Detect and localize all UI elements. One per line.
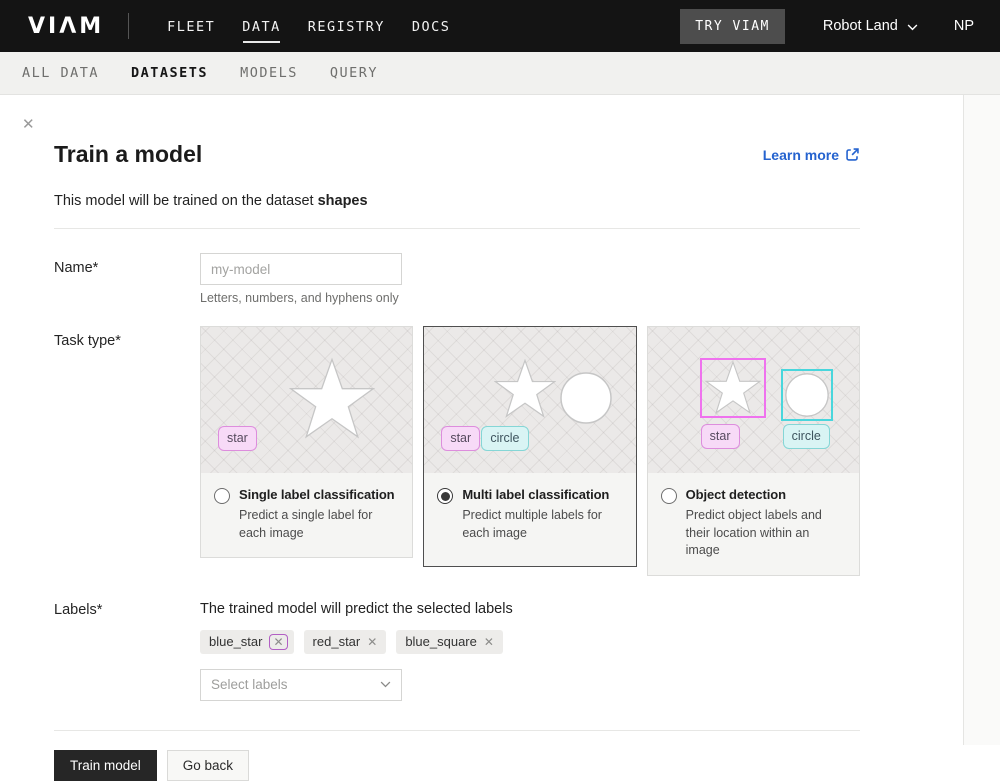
org-switcher[interactable]: Robot Land: [823, 18, 918, 34]
remove-label-icon[interactable]: ✕: [269, 634, 287, 650]
top-nav: VIΛM FLEET DATA REGISTRY DOCS TRY VIAM R…: [0, 0, 1000, 52]
chevron-down-icon: [907, 24, 918, 31]
labels-select[interactable]: Select labels: [200, 669, 402, 701]
radio-object-detection[interactable]: [661, 488, 677, 504]
task-card-description: Predict multiple labels for each image: [462, 507, 622, 542]
learn-more-link[interactable]: Learn more: [763, 147, 860, 163]
task-card-title: Single label classification: [239, 487, 399, 502]
tag-circle: circle: [481, 426, 528, 451]
task-card-multi-label[interactable]: star circle Multi label classification P…: [423, 326, 636, 567]
learn-more-label: Learn more: [763, 147, 839, 163]
tag-star: star: [218, 426, 257, 451]
labels-label: Labels*: [54, 595, 200, 618]
radio-multi-label[interactable]: [437, 488, 453, 504]
train-model-button[interactable]: Train model: [54, 750, 157, 781]
circle-shape-icon: [560, 372, 612, 424]
dataset-subtitle: This model will be trained on the datase…: [54, 193, 860, 209]
label-chip-blue-square: blue_square ✕: [396, 630, 503, 654]
try-viam-button[interactable]: TRY VIAM: [680, 9, 785, 44]
tag-star: star: [701, 424, 740, 449]
data-sub-nav: ALL DATA DATASETS MODELS QUERY: [0, 52, 1000, 95]
task-card-title: Multi label classification: [462, 487, 622, 502]
subtitle-text: This model will be trained on the datase…: [54, 193, 318, 209]
tag-circle: circle: [783, 424, 830, 449]
viam-logo[interactable]: VIΛM: [28, 14, 104, 39]
tab-datasets[interactable]: DATASETS: [131, 65, 208, 81]
name-label: Name*: [54, 253, 200, 276]
task-card-single-label-preview: star: [201, 327, 412, 473]
label-chip-text: blue_square: [405, 634, 477, 649]
close-icon[interactable]: ✕: [22, 117, 35, 132]
star-shape-icon: [494, 359, 556, 419]
footer-divider: [54, 730, 860, 731]
circle-shape-icon: [785, 373, 829, 417]
task-card-single-label[interactable]: star Single label classification Predict…: [200, 326, 413, 558]
section-divider: [54, 228, 860, 229]
org-name: Robot Land: [823, 18, 898, 34]
task-card-object-detection-preview: star circle: [648, 327, 859, 473]
remove-label-icon[interactable]: ✕: [367, 636, 377, 648]
task-card-object-detection[interactable]: star circle Object detection Predict obj…: [647, 326, 860, 576]
user-avatar[interactable]: NP: [954, 18, 974, 34]
nav-item-registry[interactable]: REGISTRY: [308, 11, 385, 41]
radio-single-label[interactable]: [214, 488, 230, 504]
label-chip-text: red_star: [313, 634, 361, 649]
nav-item-fleet[interactable]: FLEET: [167, 11, 215, 41]
task-card-title: Object detection: [686, 487, 846, 502]
label-chip-red-star: red_star ✕: [304, 630, 387, 654]
task-card-description: Predict object labels and their location…: [686, 507, 846, 560]
tab-query[interactable]: QUERY: [330, 65, 378, 81]
tab-all-data[interactable]: ALL DATA: [22, 65, 99, 81]
external-link-icon: [845, 147, 860, 162]
scrollbar-track[interactable]: [963, 95, 1000, 745]
star-shape-icon: [703, 361, 763, 415]
page-title: Train a model: [54, 141, 202, 168]
selected-labels: blue_star ✕ red_star ✕ blue_square ✕: [200, 630, 513, 654]
label-chip-blue-star: blue_star ✕: [200, 630, 294, 654]
dataset-name: shapes: [318, 193, 368, 209]
top-nav-links: FLEET DATA REGISTRY DOCS: [167, 11, 450, 41]
nav-divider: [128, 13, 129, 39]
name-helper-text: Letters, numbers, and hyphens only: [200, 291, 402, 305]
star-shape-icon: [289, 357, 375, 441]
label-chip-text: blue_star: [209, 634, 262, 649]
task-card-multi-label-preview: star circle: [424, 327, 635, 473]
remove-label-icon[interactable]: ✕: [484, 636, 494, 648]
go-back-button[interactable]: Go back: [167, 750, 249, 781]
task-card-description: Predict a single label for each image: [239, 507, 399, 542]
labels-description: The trained model will predict the selec…: [200, 595, 513, 617]
chevron-down-icon: [380, 681, 391, 688]
task-type-label: Task type*: [54, 326, 200, 349]
train-model-panel: ✕ Train a model Learn more This model wi…: [0, 95, 1000, 745]
tag-star: star: [441, 426, 480, 451]
labels-select-placeholder: Select labels: [211, 677, 288, 692]
nav-item-data[interactable]: DATA: [242, 11, 281, 41]
model-name-input[interactable]: [200, 253, 402, 285]
tab-models[interactable]: MODELS: [240, 65, 298, 81]
nav-item-docs[interactable]: DOCS: [412, 11, 451, 41]
